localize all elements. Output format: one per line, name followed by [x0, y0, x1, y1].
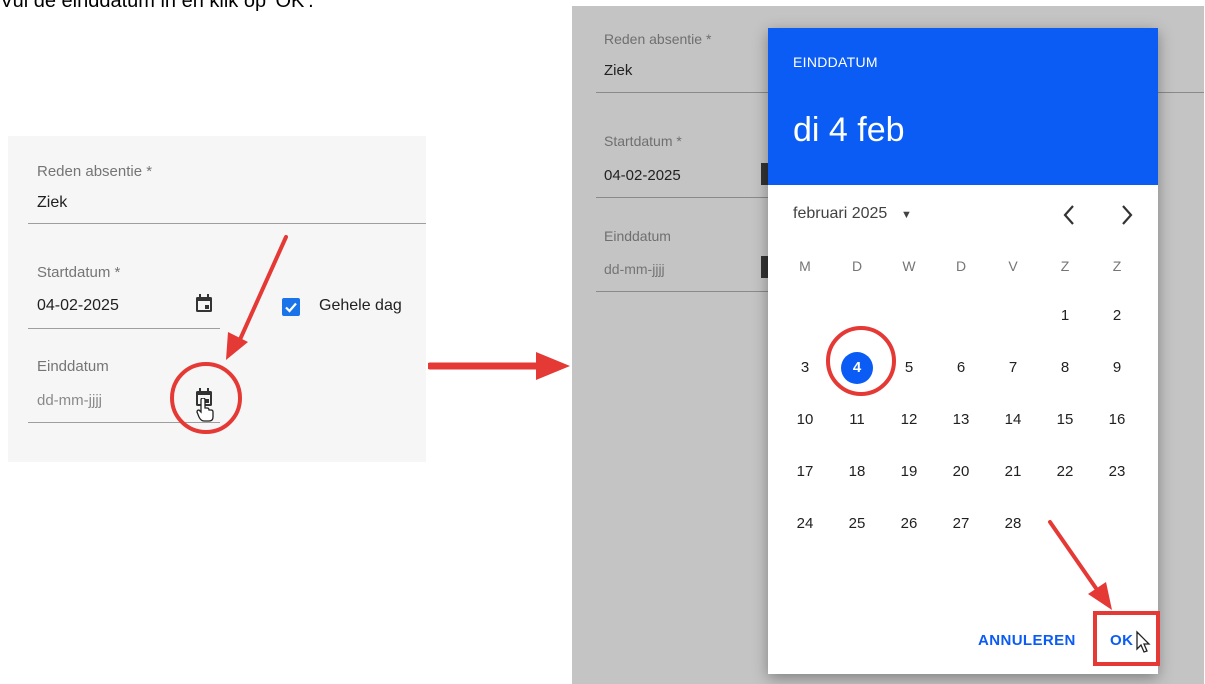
chevron-right-icon[interactable] — [1120, 204, 1134, 226]
calendar-day[interactable]: 26 — [893, 508, 925, 540]
calendar-day[interactable]: 15 — [1049, 404, 1081, 436]
reason-underline-right — [1158, 92, 1204, 93]
weekday-label: W — [902, 258, 916, 274]
calendar-day[interactable]: 6 — [945, 352, 977, 384]
calendar-day[interactable]: 1 — [1049, 300, 1081, 332]
annotation-arrow-down — [226, 235, 288, 360]
end-date-underline — [596, 291, 768, 292]
calendar-day[interactable]: 13 — [945, 404, 977, 436]
weekday-label: Z — [1060, 258, 1070, 274]
reason-label: Reden absentie * — [604, 31, 712, 47]
calendar-day[interactable]: 17 — [789, 456, 821, 488]
calendar-day[interactable]: 23 — [1101, 456, 1133, 488]
cancel-button[interactable]: ANNULEREN — [978, 632, 1076, 649]
start-date-field[interactable]: 04-02-2025 — [37, 297, 119, 315]
instruction-caption: Vul de einddatum in en klik op 'OK'. — [0, 0, 314, 12]
annotation-arrow-ok — [1048, 520, 1112, 610]
start-date-underline — [596, 197, 768, 198]
calendar-day[interactable]: 16 — [1101, 404, 1133, 436]
calendar-icon[interactable] — [195, 294, 213, 313]
transition-arrow-icon — [428, 352, 570, 380]
fullday-label: Gehele dag — [319, 297, 402, 314]
calendar-day[interactable]: 8 — [1049, 352, 1081, 384]
calendar-day[interactable]: 5 — [893, 352, 925, 384]
calendar-day[interactable]: 11 — [841, 404, 873, 436]
month-year-selector[interactable]: februari 2025 — [793, 205, 887, 223]
reason-field[interactable]: Ziek — [37, 194, 67, 212]
calendar-day[interactable]: 28 — [997, 508, 1029, 540]
calendar-day[interactable]: 24 — [789, 508, 821, 540]
calendar-day[interactable]: 25 — [841, 508, 873, 540]
weekday-label: D — [955, 258, 967, 274]
end-date-label: Einddatum — [37, 358, 109, 375]
weekday-label: Z — [1112, 258, 1122, 274]
calendar-day[interactable]: 7 — [997, 352, 1029, 384]
calendar-day[interactable]: 20 — [945, 456, 977, 488]
start-date-underline — [28, 328, 220, 329]
end-date-field[interactable]: dd-mm-jjjj — [604, 261, 665, 277]
calendar-day[interactable]: 12 — [893, 404, 925, 436]
weekday-label: D — [851, 258, 863, 274]
start-date-field[interactable]: 04-02-2025 — [604, 167, 681, 184]
weekday-label: M — [799, 258, 811, 274]
reason-underline — [28, 223, 426, 224]
selected-date-display: di 4 feb — [793, 111, 905, 149]
datepicker-header — [768, 28, 1158, 185]
calendar-day[interactable]: 10 — [789, 404, 821, 436]
calendar-icon — [761, 256, 768, 278]
selected-day-highlight — [826, 326, 896, 396]
pointer-cursor-icon — [1136, 630, 1151, 653]
end-date-field[interactable]: dd-mm-jjjj — [37, 392, 102, 409]
reason-underline — [596, 92, 768, 93]
calendar-day[interactable]: 27 — [945, 508, 977, 540]
dropdown-caret-icon[interactable]: ▼ — [901, 209, 912, 221]
calendar-day[interactable]: 9 — [1101, 352, 1133, 384]
calendar-day[interactable]: 18 — [841, 456, 873, 488]
calendar-day[interactable]: 19 — [893, 456, 925, 488]
calendar-day[interactable]: 3 — [789, 352, 821, 384]
hand-cursor-icon — [196, 398, 214, 422]
end-date-label: Einddatum — [604, 228, 671, 244]
calendar-day[interactable]: 14 — [997, 404, 1029, 436]
calendar-day[interactable]: 21 — [997, 456, 1029, 488]
calendar-day[interactable]: 2 — [1101, 300, 1133, 332]
calendar-day[interactable]: 22 — [1049, 456, 1081, 488]
weekday-label: V — [1008, 258, 1018, 274]
chevron-left-icon[interactable] — [1062, 204, 1076, 226]
datepicker-title: EINDDATUM — [793, 54, 878, 70]
start-date-label: Startdatum * — [604, 133, 682, 149]
reason-label: Reden absentie * — [37, 163, 153, 180]
calendar-icon — [761, 163, 768, 185]
reason-field[interactable]: Ziek — [604, 62, 632, 79]
start-date-label: Startdatum * — [37, 264, 121, 281]
